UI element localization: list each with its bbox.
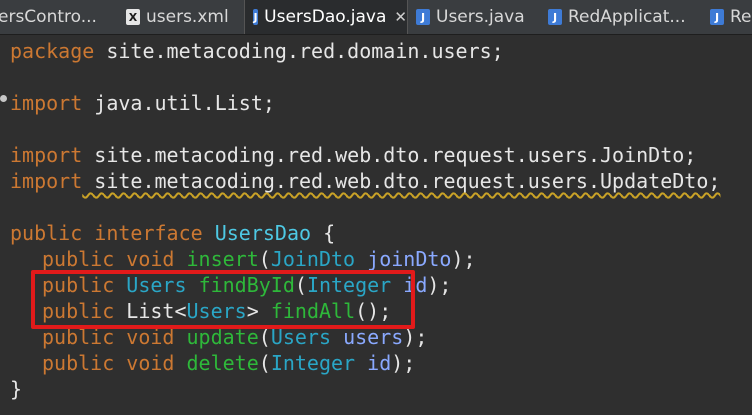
java-file-icon: J: [416, 9, 430, 25]
fold-marker-icon[interactable]: [0, 95, 7, 102]
close-icon[interactable]: ✕: [394, 8, 407, 26]
java-file-icon: J: [548, 9, 562, 25]
tab-redapplication-java[interactable]: J RedApplicat...: [548, 0, 708, 34]
tab-label: users.xml: [146, 7, 229, 27]
tab-usersdao-java[interactable]: J UsersDao.java ✕: [244, 0, 408, 34]
tab-label: Res: [730, 7, 752, 27]
tab-label: UsersDao.java: [264, 7, 387, 27]
tab-label: ersContro...: [0, 7, 97, 27]
tab-res[interactable]: J Res: [710, 0, 752, 34]
code-line-close-brace: }: [10, 377, 23, 401]
code-line-interface: public interface UsersDao {: [10, 221, 336, 245]
code-line-import-updatedto: import site.metacoding.red.web.dto.reque…: [10, 169, 721, 193]
java-file-icon: J: [253, 9, 259, 25]
tab-users-xml[interactable]: X users.xml: [126, 0, 246, 34]
tab-label: Users.java: [436, 7, 525, 27]
code-line-import-joindto: import site.metacoding.red.web.dto.reque…: [10, 143, 697, 167]
editor-tab-bar: ersContro... X users.xml J UsersDao.java…: [0, 0, 752, 35]
code-editor[interactable]: package site.metacoding.red.domain.users…: [0, 35, 752, 415]
xml-file-icon: X: [126, 9, 140, 25]
code-line-import-list: import java.util.List;: [10, 91, 275, 115]
tab-label: RedApplicat...: [568, 7, 686, 27]
java-file-icon: J: [710, 9, 724, 25]
tab-users-java[interactable]: J Users.java: [416, 0, 536, 34]
highlight-box: [31, 270, 415, 329]
code-line-package: package site.metacoding.red.domain.users…: [10, 39, 504, 63]
code-line-delete: public void delete(Integer id);: [42, 351, 416, 375]
tab-users-controller[interactable]: ersContro...: [0, 0, 118, 34]
